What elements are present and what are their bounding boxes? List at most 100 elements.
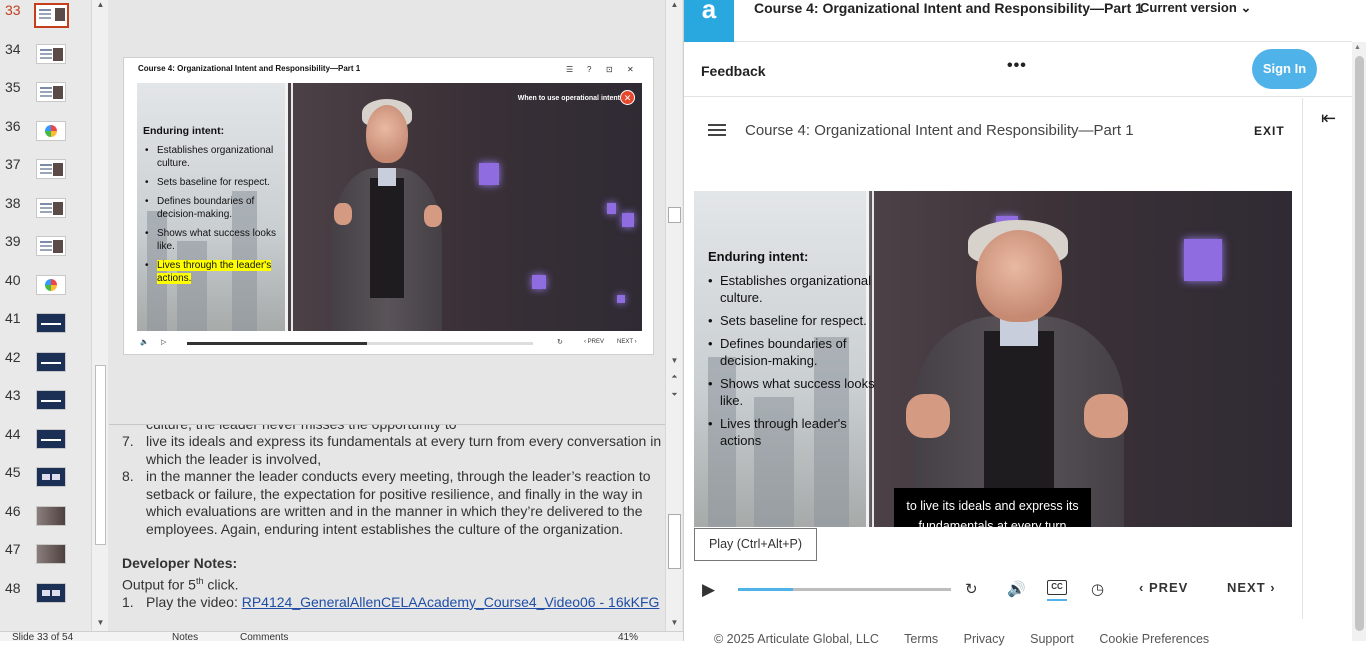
exit-button[interactable]: EXIT: [1254, 124, 1285, 138]
browser-content: a Course 4: Organizational Intent and Re…: [683, 0, 1366, 646]
terms-link[interactable]: Terms: [904, 632, 938, 646]
slide-thumbnail-image[interactable]: [36, 43, 66, 64]
video-frame[interactable]: Enduring intent: Establishes organizatio…: [694, 191, 1292, 527]
slide-thumbnail[interactable]: 48: [0, 580, 91, 618]
cookie-preferences-link[interactable]: Cookie Preferences: [1099, 632, 1209, 646]
next-button[interactable]: NEXT ›: [617, 339, 637, 345]
sign-in-button[interactable]: Sign In: [1252, 49, 1317, 89]
scroll-down-arrow[interactable]: ▼: [669, 356, 680, 366]
slide-thumbnail-image[interactable]: [36, 82, 66, 102]
notes-scrollbar-thumb[interactable]: [668, 514, 681, 569]
editor-scrollbar[interactable]: ▲ ▼ ⏶ ⏷ ▼: [665, 0, 682, 631]
slide-video[interactable]: Enduring intent: Establishes organizatio…: [137, 83, 642, 331]
course-player: Course 4: Organizational Intent and Resp…: [684, 98, 1302, 619]
slide-canvas[interactable]: Course 4: Organizational Intent and Resp…: [123, 57, 654, 355]
slide-thumbnail-image[interactable]: [36, 236, 66, 256]
comments-button[interactable]: Comments: [240, 632, 288, 641]
close-icon[interactable]: ✕: [627, 65, 634, 74]
bullet-item: Shows what success looks like.: [143, 227, 288, 253]
bullet-item: Establishes organizational culture.: [143, 144, 288, 170]
playback-speed-icon[interactable]: ◷: [1091, 580, 1104, 598]
slide-thumbnail-pane[interactable]: 33 34 35 36 37 38 39 40 41 42 43 44 45 46 47 48: [0, 0, 91, 631]
slide-thumbnail-image[interactable]: [36, 274, 66, 295]
scroll-up-arrow[interactable]: ▲: [1354, 44, 1361, 51]
slide-thumbnail-image[interactable]: [36, 544, 66, 564]
bullet-item: Sets baseline for respect.: [708, 312, 878, 329]
operational-intent-label[interactable]: When to use operational intent: [518, 95, 620, 102]
zoom-level[interactable]: 41%: [618, 632, 638, 641]
privacy-link[interactable]: Privacy: [964, 632, 1005, 646]
more-options-icon[interactable]: •••: [1007, 57, 1027, 75]
slide-thumbnail-image[interactable]: [36, 505, 66, 526]
slide-thumbnail[interactable]: 40: [0, 272, 91, 310]
slide-thumbnail[interactable]: 38: [0, 195, 91, 233]
prev-slide-icon[interactable]: ⏶: [669, 372, 680, 382]
captions-active-indicator: [1047, 599, 1067, 601]
slide-thumbnail[interactable]: 45: [0, 464, 91, 502]
play-icon[interactable]: ▶: [702, 580, 715, 600]
support-link[interactable]: Support: [1030, 632, 1074, 646]
captions-button[interactable]: CC: [1047, 580, 1067, 595]
bullet-heading: Enduring intent:: [143, 125, 225, 137]
scrollbar-thumb[interactable]: [1355, 56, 1364, 631]
slide-thumbnail-image[interactable]: [36, 467, 66, 487]
slide-thumbnail-image[interactable]: [36, 582, 66, 603]
resize-icon[interactable]: ⊡: [606, 65, 613, 74]
slide-thumbnail[interactable]: 35: [0, 79, 91, 117]
help-icon[interactable]: ?: [587, 65, 591, 74]
scroll-up-arrow[interactable]: ▲: [95, 0, 106, 10]
volume-icon[interactable]: 🔈: [140, 338, 149, 346]
next-slide-icon[interactable]: ⏷: [669, 390, 680, 400]
slide-thumbnail[interactable]: 44: [0, 426, 91, 464]
slide-thumbnail[interactable]: 42: [0, 349, 91, 387]
replay-icon[interactable]: ↻: [557, 338, 563, 346]
slide-number: 43: [5, 387, 21, 403]
slide-thumbnail[interactable]: 41: [0, 310, 91, 348]
close-icon[interactable]: ✕: [620, 90, 635, 105]
scrollbar-thumb[interactable]: [668, 207, 681, 223]
video-link[interactable]: RP4124_GeneralAllenCELAAcademy_Course4_V…: [242, 594, 660, 610]
slide-thumbnail-image[interactable]: [36, 120, 66, 141]
scroll-up-arrow[interactable]: ▲: [669, 0, 680, 10]
scrollbar-thumb[interactable]: [95, 365, 106, 545]
menu-icon[interactable]: ☰: [566, 65, 573, 74]
slide-thumbnail-image[interactable]: [36, 159, 66, 179]
bullet-item: Lives through leader's actions: [708, 415, 878, 449]
menu-icon[interactable]: [708, 124, 726, 136]
replay-icon[interactable]: ↻: [965, 580, 978, 598]
prev-button[interactable]: ‹ PREV: [584, 339, 604, 345]
slide-thumbnail[interactable]: 46: [0, 503, 91, 541]
speaker-notes-pane[interactable]: culture, the leader never misses the opp…: [109, 424, 665, 631]
slide-thumbnail[interactable]: 39: [0, 233, 91, 271]
slide-thumbnail[interactable]: 47: [0, 541, 91, 579]
slide-number: 39: [5, 233, 21, 249]
scroll-down-arrow[interactable]: ▼: [669, 618, 680, 628]
slide-thumbnail-image[interactable]: [36, 197, 66, 218]
slide-thumbnail[interactable]: 36: [0, 118, 91, 156]
version-dropdown[interactable]: Current version ⌄: [1140, 0, 1251, 16]
play-icon[interactable]: ▷: [161, 338, 166, 346]
volume-icon[interactable]: 🔊: [1007, 580, 1026, 598]
slide-thumbnail-image[interactable]: [36, 313, 66, 333]
slide-number: 46: [5, 502, 21, 519]
collapse-panel-icon[interactable]: ⇤: [1321, 108, 1336, 129]
slide-thumbnail-image[interactable]: [36, 351, 66, 372]
page-scrollbar[interactable]: ▲: [1352, 42, 1366, 641]
articulate-logo[interactable]: a: [684, 0, 734, 42]
thumbnail-scrollbar[interactable]: ▲ ▼: [91, 0, 108, 631]
slide-thumbnail-image[interactable]: [34, 3, 69, 28]
next-button[interactable]: NEXT ›: [1227, 580, 1276, 595]
notes-partial-line: culture, the leader never misses the opp…: [146, 424, 457, 432]
slide-thumbnail[interactable]: 37: [0, 156, 91, 194]
slide-thumbnail-image[interactable]: [36, 390, 66, 410]
slide-thumbnail[interactable]: 34: [0, 41, 91, 79]
prev-button[interactable]: ‹ PREV: [1139, 580, 1188, 595]
video-bullet-list: Enduring intent: Establishes organizatio…: [708, 249, 878, 455]
slide-thumbnail[interactable]: 43: [0, 387, 91, 425]
slide-thumbnail-image[interactable]: [36, 428, 66, 449]
scroll-down-arrow[interactable]: ▼: [95, 618, 106, 628]
seek-bar[interactable]: [738, 588, 951, 591]
slide-progress-bar[interactable]: [187, 342, 533, 345]
notes-button[interactable]: Notes: [172, 632, 198, 641]
slide-thumbnail[interactable]: 33: [0, 2, 91, 40]
